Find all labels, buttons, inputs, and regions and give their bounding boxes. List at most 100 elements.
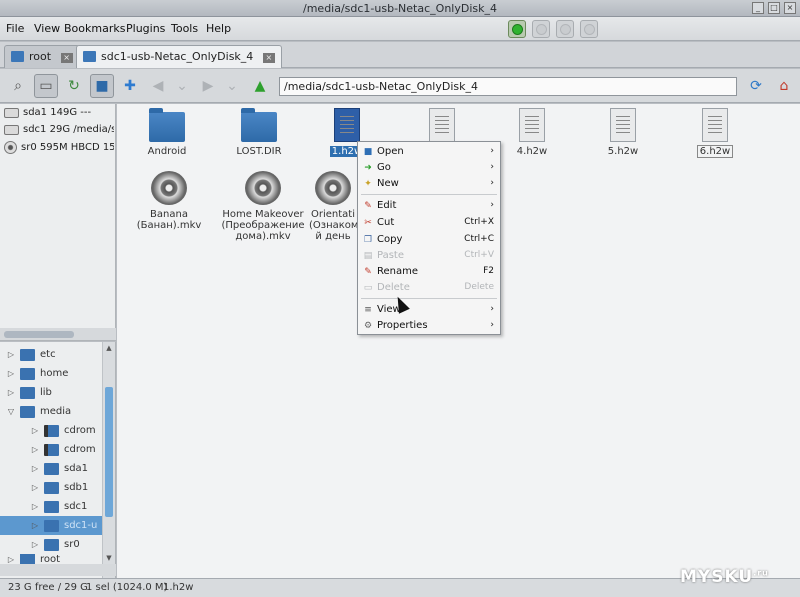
maximize-button[interactable]: □ (768, 2, 780, 14)
up-button[interactable]: ▲ (248, 74, 272, 98)
tree-item-lib[interactable]: ▷ lib (0, 383, 102, 402)
menu-item-paste[interactable]: ▤ Paste Ctrl+V (358, 248, 500, 264)
scroll-up-icon[interactable]: ▲ (104, 344, 114, 354)
expand-icon[interactable]: ▷ (30, 483, 40, 492)
minimize-button[interactable]: _ (752, 2, 764, 14)
menu-bookmarks[interactable]: Bookmarks (64, 22, 125, 35)
indicator-active[interactable] (508, 20, 526, 38)
reload-button[interactable]: ⟳ (744, 74, 768, 98)
close-tab-icon[interactable]: × (60, 53, 73, 63)
tree-label: sdc1 (64, 501, 88, 512)
tree-item-sdc1[interactable]: ▷ sdc1 (0, 497, 102, 516)
menu-item-go[interactable]: ➜ Go › (358, 160, 500, 176)
place-sr0[interactable]: sr0 595M HBCD 15.2 (4, 141, 114, 154)
indicator-3[interactable] (556, 20, 574, 38)
tree-item-sdc1-usb[interactable]: ▷ sdc1-u (0, 516, 102, 535)
collapse-icon[interactable]: ▽ (6, 407, 16, 416)
file-item-5-h2w[interactable]: 5.h2w (578, 108, 668, 157)
scroll-thumb[interactable] (4, 331, 74, 338)
indicator-4[interactable] (580, 20, 598, 38)
document-icon (610, 108, 636, 142)
expand-icon[interactable]: ▷ (30, 445, 40, 454)
forward-history-button[interactable]: ⌄ (220, 74, 244, 98)
place-label: sr0 595M HBCD 15.2 (21, 142, 114, 153)
home-button[interactable]: ⌂ (772, 74, 796, 98)
close-tab-icon[interactable]: × (262, 53, 275, 63)
file-item-home-makeover[interactable]: Home Makeover (Преображение дома).mkv (221, 171, 305, 242)
file-item-android[interactable]: Android (122, 108, 212, 157)
menu-item-properties[interactable]: ⚙ Properties › (358, 318, 500, 334)
menu-separator (361, 194, 497, 195)
scroll-down-icon[interactable]: ▼ (104, 554, 114, 564)
file-item-orientation[interactable]: Orientati (Ознаком й день (309, 171, 357, 242)
menu-item-delete[interactable]: ▭ Delete Delete (358, 280, 500, 296)
place-sdc1[interactable]: sdc1 29G /media/sd (4, 124, 114, 135)
expand-icon[interactable]: ▷ (30, 521, 40, 530)
tree-scrollbar[interactable]: ▲ ▼ (102, 342, 115, 578)
paste-icon: ▤ (363, 251, 373, 261)
tree-label: sdc1-u (64, 520, 98, 531)
tree-item-sdb1[interactable]: ▷ sdb1 (0, 478, 102, 497)
show-tree-button[interactable]: ■ (90, 74, 114, 98)
tree-item-cdrom[interactable]: ▷ cdrom (0, 421, 102, 440)
path-input[interactable]: /media/sdc1-usb-Netac_OnlyDisk_4 (279, 77, 737, 96)
find-button[interactable]: ⌕ (6, 74, 30, 98)
tree-hscrollbar[interactable] (0, 564, 116, 576)
tree-item-home[interactable]: ▷ home (0, 364, 102, 383)
expand-icon[interactable]: ▷ (30, 464, 40, 473)
show-places-button[interactable]: ▭ (34, 74, 58, 98)
tree-item-cdrom[interactable]: ▷ cdrom (0, 440, 102, 459)
tree-label: media (40, 406, 72, 417)
tree-label: cdrom (64, 444, 96, 455)
folder-icon (11, 51, 24, 62)
file-label: Android (147, 146, 187, 157)
refresh-tree-button[interactable]: ↻ (62, 74, 86, 98)
tree-item-root[interactable]: ▷ root (0, 554, 102, 564)
submenu-arrow-icon: › (490, 178, 494, 188)
folder-icon (20, 348, 35, 361)
menu-item-view[interactable]: ≡ View › (358, 302, 500, 318)
indicator-2[interactable] (532, 20, 550, 38)
menu-item-copy[interactable]: ❐ Copy Ctrl+C (358, 232, 500, 248)
green-light-icon (511, 23, 523, 35)
file-item-6-h2w[interactable]: 6.h2w (670, 108, 760, 158)
place-label: sda1 149G --- (23, 107, 92, 118)
tab-root[interactable]: root × (4, 45, 80, 68)
menu-item-label: Properties (377, 320, 428, 331)
tree-item-media[interactable]: ▽ media (0, 402, 102, 421)
places-scrollbar[interactable] (0, 328, 116, 341)
menu-item-label: Go (377, 162, 391, 173)
expand-icon[interactable]: ▷ (6, 350, 16, 359)
file-item-banana[interactable]: Banana (Банан).mkv (130, 171, 208, 231)
back-history-button[interactable]: ⌄ (170, 74, 194, 98)
tree-item-sda1[interactable]: ▷ sda1 (0, 459, 102, 478)
expand-icon[interactable]: ▷ (6, 388, 16, 397)
tree-item-sr0[interactable]: ▷ sr0 (0, 535, 102, 554)
expand-icon[interactable]: ▷ (30, 540, 40, 549)
expand-icon[interactable]: ▷ (30, 502, 40, 511)
menu-plugins[interactable]: Plugins (126, 22, 165, 35)
menu-tools[interactable]: Tools (171, 22, 198, 35)
menu-item-open[interactable]: ■ Open › (358, 144, 500, 160)
scroll-thumb[interactable] (105, 387, 113, 517)
plus-icon: ✚ (124, 78, 136, 94)
place-sda1[interactable]: sda1 149G --- (4, 107, 114, 118)
forward-button[interactable]: ▶ (196, 74, 220, 98)
expand-icon[interactable]: ▷ (6, 369, 16, 378)
menu-help[interactable]: Help (206, 22, 231, 35)
new-tab-button[interactable]: ✚ (118, 74, 142, 98)
tab-sdc1[interactable]: sdc1-usb-Netac_OnlyDisk_4 × (76, 45, 282, 68)
back-button[interactable]: ◀ (146, 74, 170, 98)
menu-file[interactable]: File (6, 22, 24, 35)
expand-icon[interactable]: ▷ (6, 555, 16, 564)
file-label: Home Makeover (Преображение дома).mkv (221, 209, 305, 242)
expand-icon[interactable]: ▷ (30, 426, 40, 435)
menu-item-new[interactable]: ✦ New › (358, 176, 500, 192)
menu-item-edit[interactable]: ✎ Edit › (358, 198, 500, 214)
close-window-button[interactable]: × (784, 2, 796, 14)
menu-item-rename[interactable]: ✎ Rename F2 (358, 264, 500, 280)
file-item-lost-dir[interactable]: LOST.DIR (214, 108, 304, 157)
tree-item-etc[interactable]: ▷ etc (0, 345, 102, 364)
menu-item-cut[interactable]: ✂ Cut Ctrl+X (358, 215, 500, 231)
menu-view[interactable]: View (34, 22, 60, 35)
